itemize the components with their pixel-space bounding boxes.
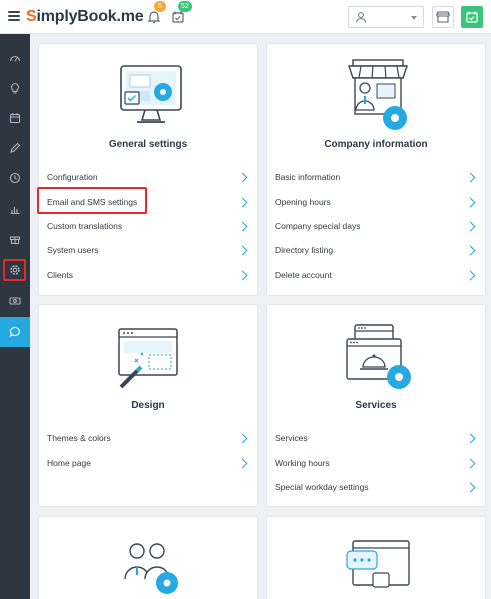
sidebar-item-reports[interactable] — [0, 195, 30, 223]
chevron-right-icon — [237, 458, 248, 468]
card-messaging-partial — [266, 516, 486, 599]
chevron-right-icon — [465, 270, 476, 280]
card-services: Services Services Working hours Special … — [266, 304, 486, 507]
link-configuration[interactable]: Configuration — [47, 165, 249, 189]
sidebar-item-gifts[interactable] — [0, 225, 30, 253]
chevron-right-icon — [237, 245, 248, 255]
staff-illustration — [124, 543, 178, 594]
store-icon — [436, 11, 450, 23]
card-general-settings: General settings Configuration Email and… — [38, 43, 258, 296]
sidebar-item-edit[interactable] — [0, 134, 30, 162]
chevron-right-icon — [465, 482, 476, 492]
monitor-settings-illustration — [120, 65, 182, 123]
chevron-right-icon — [465, 172, 476, 182]
sidebar-item-calendar[interactable] — [0, 104, 30, 132]
sidebar-item-history[interactable] — [0, 164, 30, 192]
settings-highlight-box — [3, 259, 26, 281]
sidebar — [0, 34, 30, 599]
hamburger-menu-icon[interactable] — [8, 11, 20, 21]
chevron-right-icon — [237, 221, 248, 231]
chevron-right-icon — [237, 270, 248, 280]
chevron-right-icon — [237, 197, 248, 207]
notifications-badge: 5 — [154, 1, 166, 12]
link-system-users[interactable]: System users — [47, 238, 249, 262]
new-booking-button[interactable] — [461, 6, 483, 28]
sidebar-item-finance[interactable] — [0, 287, 30, 315]
money-icon — [9, 297, 21, 305]
chevron-right-icon — [465, 245, 476, 255]
chevron-down-icon — [411, 16, 417, 20]
dashboard-icon — [9, 55, 21, 62]
calendar-check-icon — [466, 11, 478, 23]
link-delete-account[interactable]: Delete account — [275, 263, 477, 287]
gift-icon — [9, 236, 21, 245]
link-opening-hours[interactable]: Opening hours — [275, 190, 477, 214]
messaging-illustration — [346, 540, 410, 588]
link-working-hours[interactable]: Working hours — [275, 451, 477, 475]
link-services[interactable]: Services — [275, 426, 477, 450]
storefront-button[interactable] — [432, 6, 454, 28]
bookings-calendar-icon[interactable]: 52 — [169, 1, 192, 26]
bookings-badge: 52 — [178, 1, 192, 12]
card-title: Company information — [324, 139, 428, 150]
notifications-bell-icon[interactable]: 5 — [145, 1, 166, 26]
card-title: Design — [131, 400, 165, 411]
chevron-right-icon — [237, 433, 248, 443]
card-title: General settings — [108, 139, 188, 150]
chevron-right-icon — [465, 221, 476, 231]
user-menu-dropdown[interactable] — [348, 6, 424, 28]
link-directory-listing[interactable]: Directory listing — [275, 238, 477, 262]
services-illustration — [346, 324, 411, 389]
user-icon — [356, 12, 366, 23]
calendar-icon — [9, 113, 21, 124]
storefront-illustration — [348, 59, 408, 130]
link-custom-translations[interactable]: Custom translations — [47, 214, 249, 238]
top-bar: SimplyBook.me 5 52 — [0, 0, 491, 34]
card-staff-partial — [38, 516, 258, 599]
clock-icon — [9, 172, 21, 184]
link-basic-information[interactable]: Basic information — [275, 165, 477, 189]
sidebar-item-ideas[interactable] — [0, 74, 30, 102]
bar-chart-icon — [10, 207, 20, 215]
design-illustration — [118, 328, 178, 389]
chevron-right-icon — [465, 197, 476, 207]
email-sms-highlight-box — [37, 187, 147, 214]
link-company-special-days[interactable]: Company special days — [275, 214, 477, 238]
link-special-workday-settings[interactable]: Special workday settings — [275, 475, 477, 499]
sidebar-item-chat[interactable] — [0, 317, 30, 347]
lightbulb-icon — [10, 83, 20, 94]
link-home-page[interactable]: Home page — [47, 451, 249, 475]
card-design: Design Themes & colors Home page — [38, 304, 258, 507]
link-themes-colors[interactable]: Themes & colors — [47, 426, 249, 450]
card-title: Services — [355, 400, 397, 411]
chat-icon — [9, 326, 20, 338]
chevron-right-icon — [465, 433, 476, 443]
pencil-icon — [10, 142, 21, 153]
chevron-right-icon — [465, 458, 476, 468]
sidebar-item-dashboard[interactable] — [0, 44, 30, 72]
chevron-right-icon — [237, 172, 248, 182]
simplybook-logo[interactable]: SimplyBook.me — [26, 8, 144, 26]
card-company-information: Company information Basic information Op… — [266, 43, 486, 296]
link-clients[interactable]: Clients — [47, 263, 249, 287]
